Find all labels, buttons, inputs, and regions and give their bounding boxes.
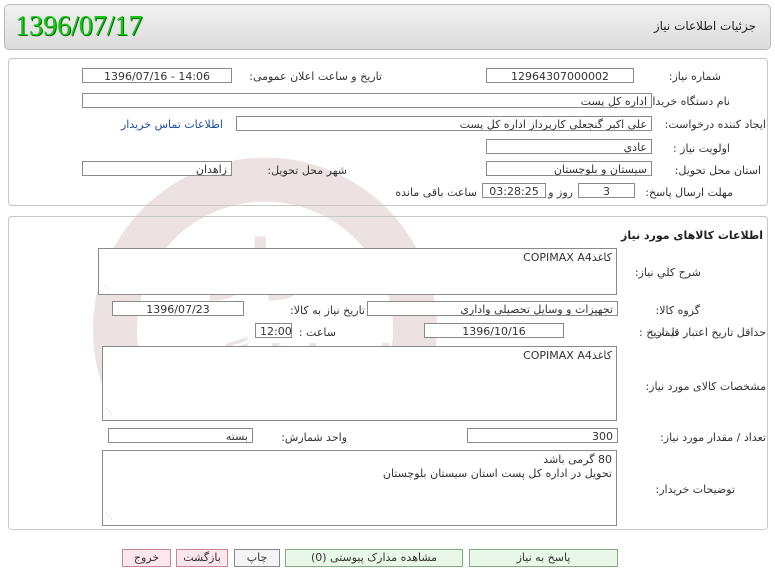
unit-label: واحد شمارش: <box>281 431 347 444</box>
goods-group-field: تجهيزات و وسايل تحصيلي واداري <box>367 301 618 316</box>
buyer-org-label: نام دستگاه خریدار: <box>643 95 730 108</box>
requester-field: علی اکبر گنجعلی کارپرداز اداره کل پست <box>236 116 652 131</box>
deadline-label: مهلت ارسال پاسخ: <box>645 186 733 199</box>
goods-spec-text: کاغذCOPIMAX A4 <box>523 349 612 362</box>
buyer-notes-label: توضیحات خریدار: <box>655 483 736 496</box>
priority-label: اولویت نیاز : <box>672 142 730 155</box>
priority-field: عادي <box>486 139 652 154</box>
province-label: استان محل تحویل: <box>674 164 761 177</box>
announce-datetime-label: تاریخ و ساعت اعلان عمومی: <box>249 70 382 83</box>
general-desc-text: کاغذCOPIMAX A4 <box>523 251 612 264</box>
resize-grip-icon: ⋰ <box>105 407 113 416</box>
announce-datetime-field: 1396/07/16 - 14:06 <box>82 68 232 83</box>
header-date: 1396/07/17 <box>15 11 143 42</box>
goods-group-label: گروه کالا: <box>655 304 700 317</box>
province-field: سيستان و بلوچستان <box>486 161 652 176</box>
page-title: جزئیات اطلاعات نیاز <box>653 19 756 33</box>
buyer-org-field: اداره کل پست <box>82 93 652 108</box>
general-desc-label: شرح کلي نياز: <box>634 266 701 279</box>
requester-label: ایجاد کننده درخواست: <box>664 118 766 131</box>
buyer-contact-link[interactable]: اطلاعات تماس خریدار <box>121 118 223 131</box>
resize-grip-icon: ⋰ <box>105 512 113 521</box>
exit-button[interactable]: خروج <box>122 549 171 567</box>
goods-spec-textarea: کاغذCOPIMAX A4 ⋰ <box>102 346 617 421</box>
need-number-label: شماره نیاز: <box>668 70 721 83</box>
buyer-notes-line2: تحویل در اداره کل پست استان سیستان بلوچس… <box>382 467 612 480</box>
need-date-field: 1396/07/23 <box>112 301 244 316</box>
goods-spec-label: مشخصات کالای مورد نیاز: <box>645 380 766 393</box>
need-date-label: تاریخ نیاز به کالا: <box>290 304 365 317</box>
city-field: زاهدان <box>82 161 232 176</box>
print-button[interactable]: چاپ <box>234 549 280 567</box>
general-desc-textarea: کاغذCOPIMAX A4 ⋰ <box>98 248 617 295</box>
quantity-field: 300 <box>467 428 618 443</box>
need-number-field: 12964307000002 <box>486 68 634 83</box>
buyer-notes-line1: 80 گرمی باشد <box>543 453 612 466</box>
back-button[interactable]: بازگشت <box>176 549 228 567</box>
to-date-label: تا تاریخ : <box>639 326 678 339</box>
days-field: 3 <box>578 183 635 198</box>
quantity-label: تعداد / مقدار مورد نیاز: <box>660 431 766 444</box>
attachments-button[interactable]: مشاهده مدارک پیوستی (0) <box>285 549 463 567</box>
buyer-notes-textarea: 80 گرمی باشد تحویل در اداره کل پست استان… <box>102 450 617 526</box>
goods-section-title: اطلاعات کالاهای مورد نیاز <box>621 229 763 242</box>
days-suffix: روز و <box>548 186 573 199</box>
validity-time-field: 12:00 <box>255 323 292 338</box>
time-left-field: 03:28:25 <box>482 183 546 198</box>
reply-button[interactable]: پاسخ به نیاز <box>469 549 618 567</box>
time-left-suffix: ساعت باقی مانده <box>395 186 477 199</box>
city-label: شهر محل تحویل: <box>267 164 347 177</box>
validity-time-label: ساعت : <box>298 326 336 339</box>
resize-grip-icon: ⋰ <box>101 281 109 290</box>
unit-field: بسته <box>108 428 253 443</box>
page-header: جزئیات اطلاعات نیاز 1396/07/17 <box>4 4 771 50</box>
to-date-field: 1396/10/16 <box>424 323 564 338</box>
